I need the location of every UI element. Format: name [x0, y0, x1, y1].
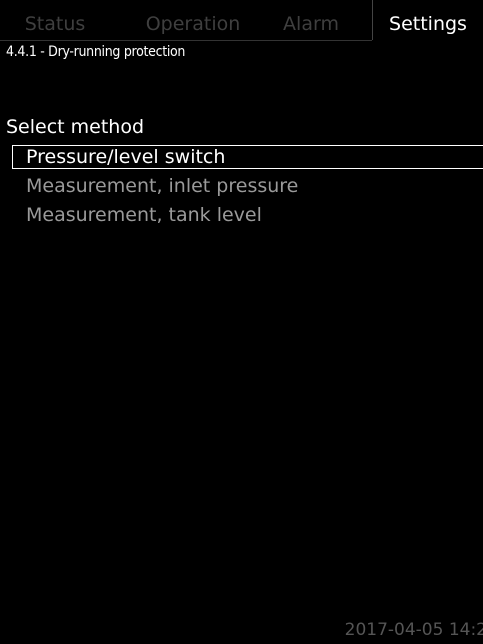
- tab-bar: Status Operation Alarm Settings: [0, 0, 483, 41]
- breadcrumb: 4.4.1 - Dry-running protection: [6, 44, 186, 60]
- tab-divider: [0, 40, 372, 41]
- tab-operation[interactable]: Operation: [134, 0, 252, 40]
- option-measurement-tank-level[interactable]: Measurement, tank level: [12, 203, 483, 227]
- section-label: Select method: [6, 116, 145, 138]
- tab-alarm[interactable]: Alarm: [270, 0, 352, 40]
- tab-settings[interactable]: Settings: [372, 0, 483, 40]
- display-screen: Status Operation Alarm Settings 4.4.1 - …: [0, 0, 483, 644]
- status-timestamp: 2017-04-05 14:2: [344, 620, 483, 640]
- option-pressure-level-switch[interactable]: Pressure/level switch: [12, 145, 483, 169]
- tab-status[interactable]: Status: [6, 0, 104, 40]
- option-measurement-inlet-pressure[interactable]: Measurement, inlet pressure: [12, 174, 483, 198]
